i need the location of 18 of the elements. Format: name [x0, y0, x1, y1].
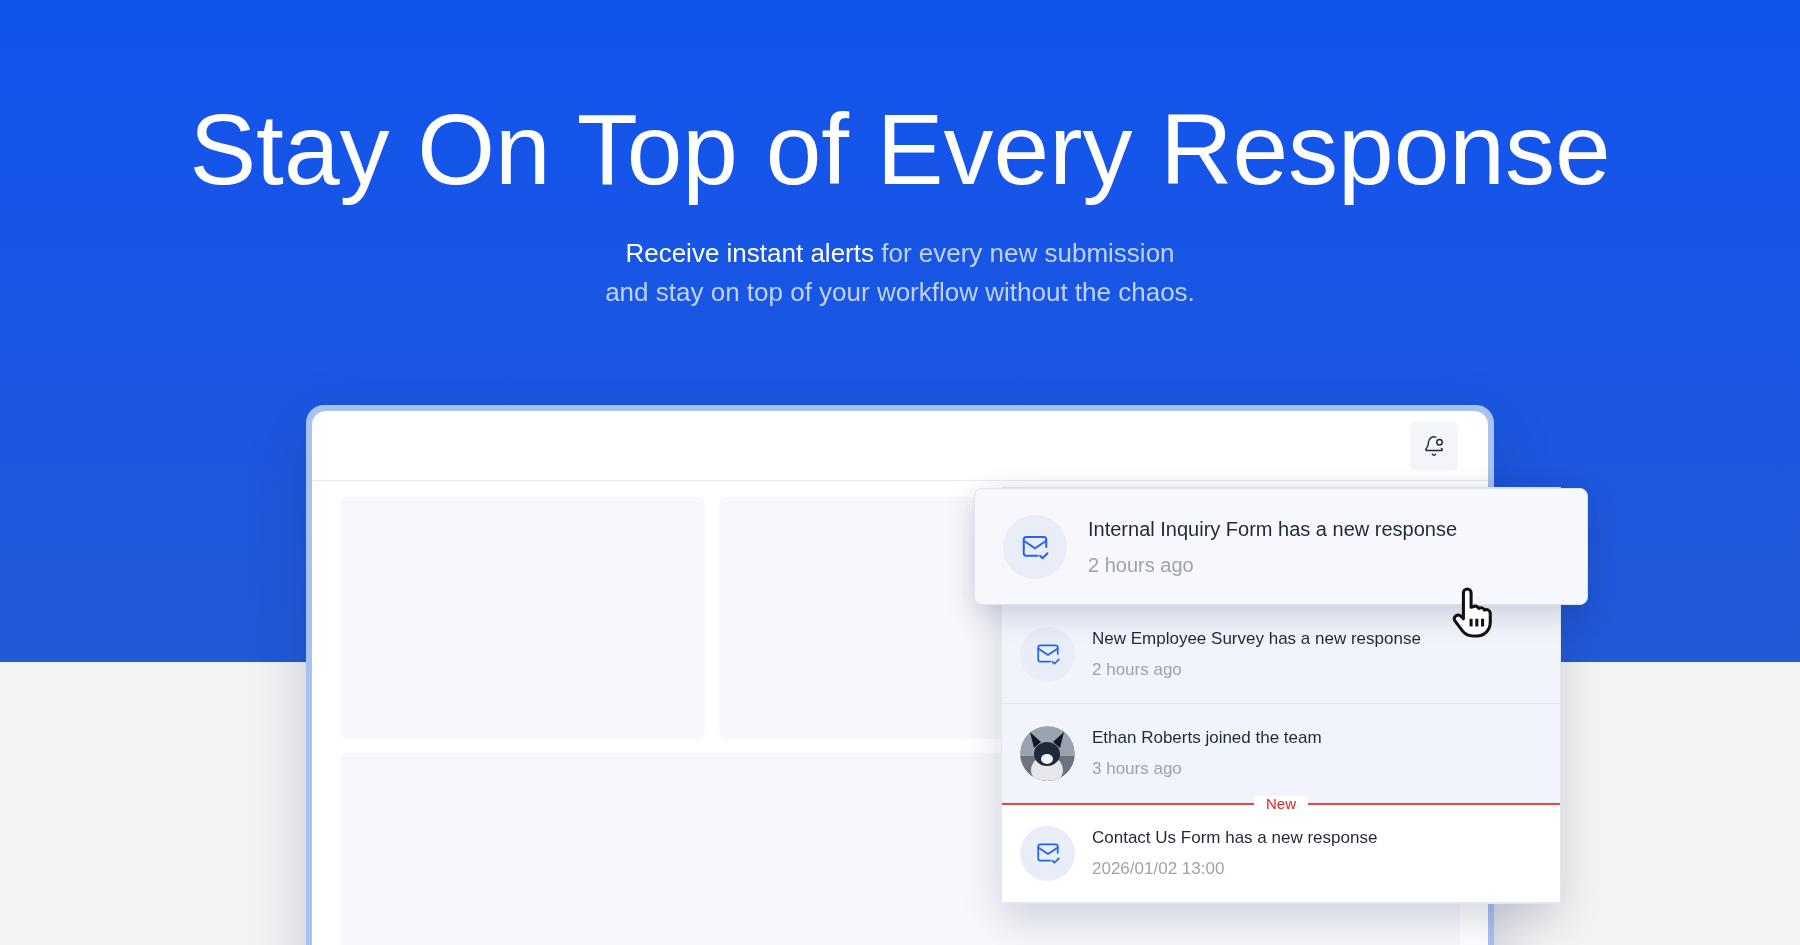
notification-title: Contact Us Form has a new response	[1092, 826, 1378, 849]
mail-check-icon	[1034, 840, 1061, 866]
subtitle-line: and stay on top of your workflow without the chaos.	[605, 275, 1195, 308]
bell-icon	[1423, 434, 1445, 457]
notification-time: 2 hours ago	[1092, 659, 1183, 681]
notification-title: Internal Inquiry Form has a new response	[1088, 516, 1458, 542]
notification-bell-button[interactable]	[1410, 421, 1458, 470]
notification-time: 2 hours ago	[1088, 552, 1195, 578]
notification-item[interactable]: New Employee Survey has a new response 2 hours ago	[1002, 605, 1560, 704]
mail-check-icon	[1034, 641, 1061, 667]
new-divider-label: New	[1254, 796, 1308, 811]
notification-time: 2026/01/02 13:00	[1092, 858, 1226, 880]
notification-title: Ethan Roberts joined the team	[1092, 726, 1322, 749]
subtitle-line: Receive instant alerts for every new submission	[625, 237, 1175, 270]
notification-item[interactable]: Internal Inquiry Form has a new response 2 hours ago	[974, 488, 1588, 605]
notification-time: 3 hours ago	[1092, 758, 1183, 780]
notification-title: New Employee Survey has a new response	[1092, 627, 1421, 650]
headline: Stay On Top of Every Response	[189, 92, 1611, 207]
